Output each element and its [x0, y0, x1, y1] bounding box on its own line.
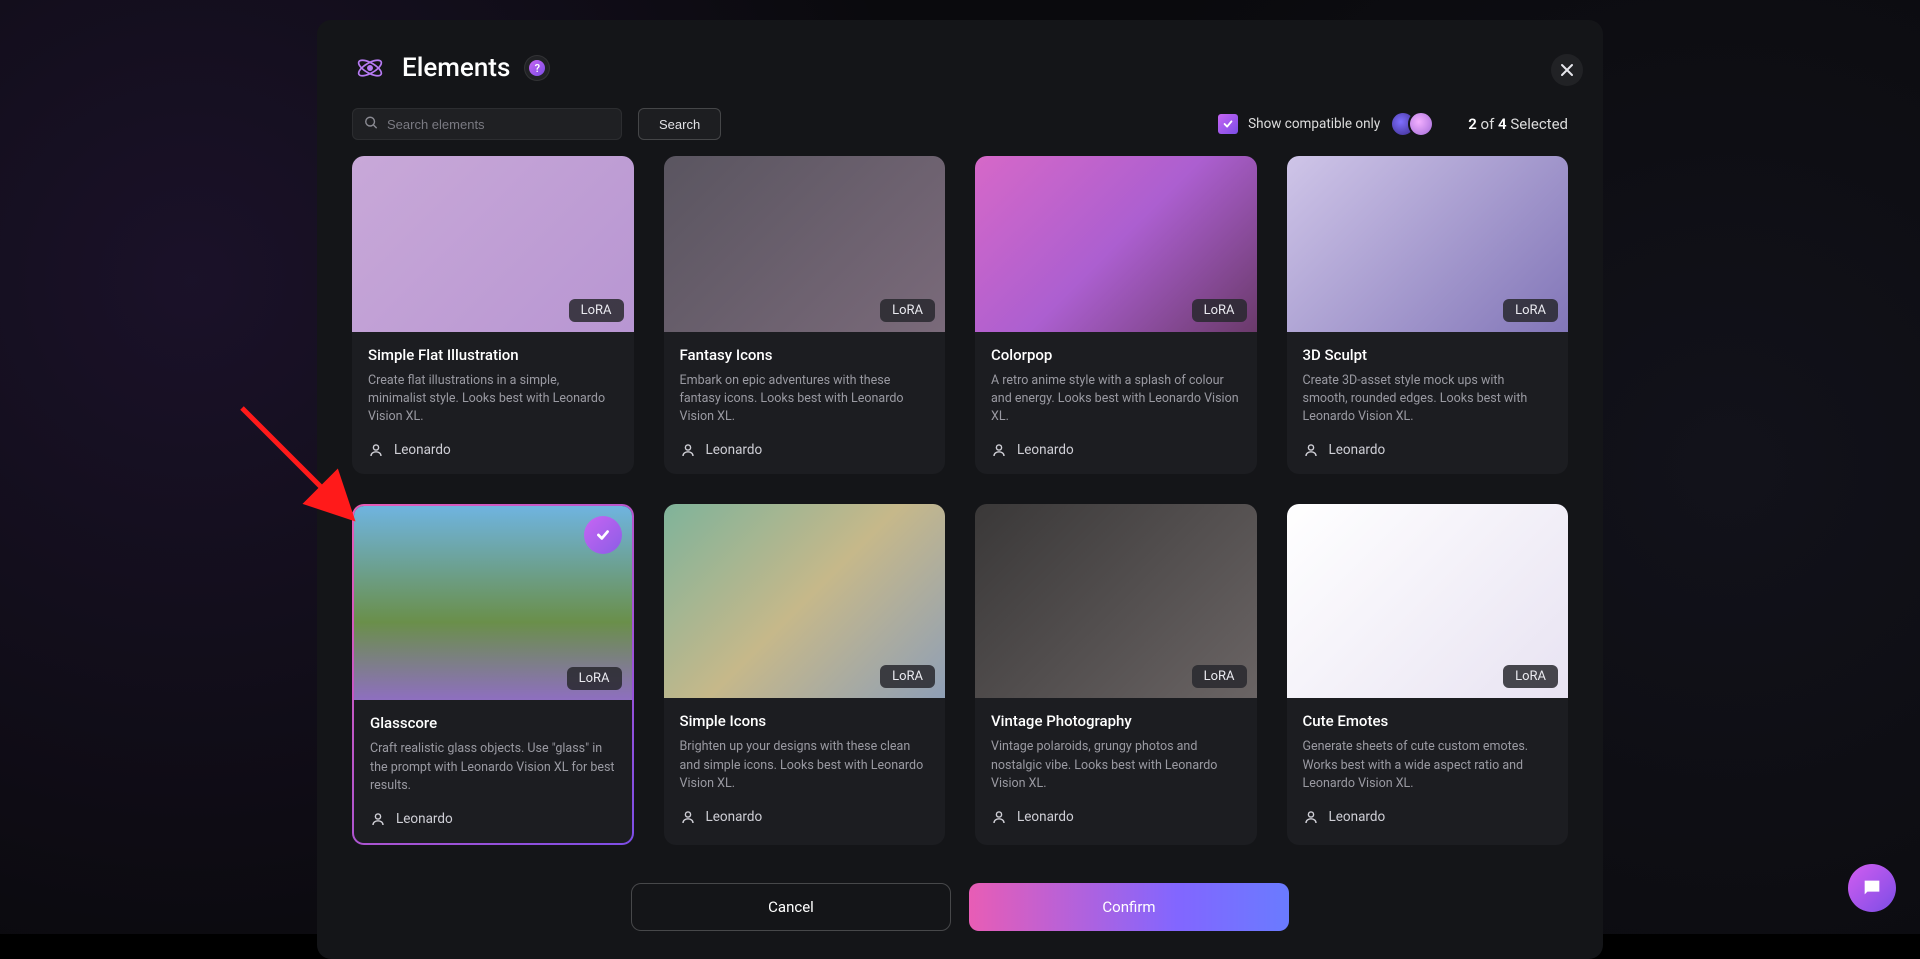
- help-button[interactable]: ?: [524, 55, 550, 81]
- user-icon: [368, 442, 384, 458]
- card-title: Simple Flat Illustration: [368, 346, 618, 364]
- element-card[interactable]: LoRA Cute Emotes Generate sheets of cute…: [1287, 504, 1569, 844]
- card-thumbnail: LoRA: [354, 506, 632, 700]
- card-author: Leonardo: [991, 809, 1241, 825]
- search-button[interactable]: Search: [638, 108, 721, 140]
- card-thumbnail: LoRA: [664, 504, 946, 698]
- card-author-name: Leonardo: [706, 442, 763, 458]
- card-author: Leonardo: [680, 442, 930, 458]
- card-author: Leonardo: [1303, 442, 1553, 458]
- card-description: Craft realistic glass objects. Use "glas…: [370, 740, 616, 794]
- selection-status: 2 of 4 Selected: [1468, 115, 1568, 133]
- compatible-label: Show compatible only: [1248, 116, 1380, 132]
- card-description: Vintage polaroids, grungy photos and nos…: [991, 738, 1241, 792]
- card-title: Cute Emotes: [1303, 712, 1553, 730]
- card-description: Create 3D-asset style mock ups with smoo…: [1303, 372, 1553, 426]
- user-icon: [991, 809, 1007, 825]
- search-wrapper: [352, 108, 622, 140]
- card-thumbnail: LoRA: [975, 504, 1257, 698]
- card-thumbnail: LoRA: [1287, 156, 1569, 332]
- element-card[interactable]: LoRA Simple Flat Illustration Create fla…: [352, 156, 634, 474]
- close-icon: [1560, 63, 1574, 77]
- card-author-name: Leonardo: [396, 811, 453, 827]
- lora-badge: LoRA: [880, 299, 935, 322]
- chat-icon: [1861, 877, 1883, 899]
- compatible-filter: Show compatible only: [1218, 111, 1434, 137]
- lora-badge: LoRA: [880, 665, 935, 688]
- confirm-button[interactable]: Confirm: [969, 883, 1289, 931]
- card-title: Fantasy Icons: [680, 346, 930, 364]
- check-icon: [1222, 118, 1234, 130]
- user-icon: [1303, 809, 1319, 825]
- card-author: Leonardo: [680, 809, 930, 825]
- lora-badge: LoRA: [567, 667, 622, 690]
- card-thumbnail: LoRA: [1287, 504, 1569, 698]
- help-icon: ?: [529, 60, 545, 76]
- cancel-button[interactable]: Cancel: [631, 883, 951, 931]
- selection-count: 2: [1468, 115, 1477, 133]
- user-icon: [991, 442, 1007, 458]
- card-author: Leonardo: [368, 442, 618, 458]
- elements-modal: Elements ? Search: [317, 20, 1603, 959]
- lora-badge: LoRA: [1503, 299, 1558, 322]
- card-author-name: Leonardo: [1017, 442, 1074, 458]
- element-card[interactable]: LoRA Vintage Photography Vintage polaroi…: [975, 504, 1257, 844]
- card-thumbnail: LoRA: [664, 156, 946, 332]
- elements-grid: LoRA Simple Flat Illustration Create fla…: [317, 156, 1603, 861]
- search-icon: [364, 115, 378, 134]
- user-icon: [370, 811, 386, 827]
- modal-header: Elements ?: [317, 20, 1603, 100]
- lora-badge: LoRA: [1503, 665, 1558, 688]
- card-author: Leonardo: [1303, 809, 1553, 825]
- modal-toolbar: Search Show compatible only 2 of 4 Selec…: [317, 100, 1603, 156]
- lora-badge: LoRA: [1192, 665, 1247, 688]
- search-input[interactable]: [352, 108, 622, 140]
- compatible-checkbox[interactable]: [1218, 114, 1238, 134]
- card-author-name: Leonardo: [394, 442, 451, 458]
- card-author-name: Leonardo: [1017, 809, 1074, 825]
- card-thumbnail: LoRA: [352, 156, 634, 332]
- user-icon: [1303, 442, 1319, 458]
- card-description: Create flat illustrations in a simple, m…: [368, 372, 618, 426]
- card-title: 3D Sculpt: [1303, 346, 1553, 364]
- close-button[interactable]: [1551, 54, 1583, 86]
- card-description: A retro anime style with a splash of col…: [991, 372, 1241, 426]
- element-card[interactable]: LoRA 3D Sculpt Create 3D-asset style moc…: [1287, 156, 1569, 474]
- card-author-name: Leonardo: [706, 809, 763, 825]
- card-author: Leonardo: [370, 811, 616, 827]
- selection-max: 4: [1498, 115, 1507, 133]
- user-icon: [680, 442, 696, 458]
- card-author: Leonardo: [991, 442, 1241, 458]
- element-card[interactable]: LoRA Simple Icons Brighten up your desig…: [664, 504, 946, 844]
- card-description: Brighten up your designs with these clea…: [680, 738, 930, 792]
- element-card[interactable]: LoRA Colorpop A retro anime style with a…: [975, 156, 1257, 474]
- card-title: Simple Icons: [680, 712, 930, 730]
- avatar: [1408, 111, 1434, 137]
- chat-bubble-button[interactable]: [1848, 864, 1896, 912]
- card-author-name: Leonardo: [1329, 809, 1386, 825]
- card-title: Colorpop: [991, 346, 1241, 364]
- compatible-avatars: [1398, 111, 1434, 137]
- card-author-name: Leonardo: [1329, 442, 1386, 458]
- card-description: Generate sheets of cute custom emotes. W…: [1303, 738, 1553, 792]
- card-title: Glasscore: [370, 714, 616, 732]
- selected-check-icon: [584, 516, 622, 554]
- card-title: Vintage Photography: [991, 712, 1241, 730]
- elements-logo-icon: [352, 50, 388, 86]
- card-description: Embark on epic adventures with these fan…: [680, 372, 930, 426]
- user-icon: [680, 809, 696, 825]
- card-thumbnail: LoRA: [975, 156, 1257, 332]
- modal-title: Elements: [402, 53, 510, 83]
- element-card-selected[interactable]: LoRA Glasscore Craft realistic glass obj…: [352, 504, 634, 844]
- lora-badge: LoRA: [1192, 299, 1247, 322]
- modal-footer: Cancel Confirm: [317, 861, 1603, 959]
- lora-badge: LoRA: [569, 299, 624, 322]
- element-card[interactable]: LoRA Fantasy Icons Embark on epic advent…: [664, 156, 946, 474]
